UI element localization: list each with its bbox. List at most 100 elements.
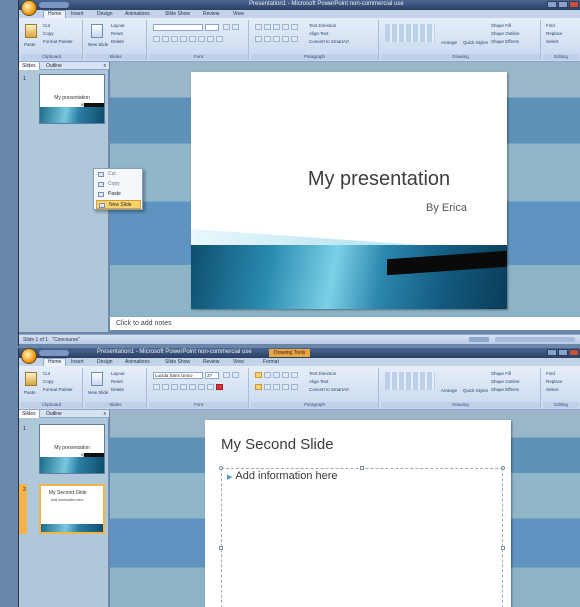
shrink-font-button[interactable]	[232, 24, 239, 30]
bullets-button[interactable]	[255, 24, 262, 30]
replace-button[interactable]: Replace	[546, 379, 563, 384]
underline-button[interactable]	[171, 384, 178, 390]
align-text-button[interactable]: Align Text	[309, 379, 328, 384]
strikethrough-button[interactable]	[180, 384, 187, 390]
resize-handle[interactable]	[219, 466, 223, 470]
quick-access-toolbar[interactable]	[39, 350, 69, 356]
grow-font-button[interactable]	[223, 372, 230, 378]
line-spacing-button[interactable]	[291, 372, 298, 378]
columns-button[interactable]	[291, 384, 298, 390]
tab-home[interactable]: Home	[43, 10, 67, 18]
close-button[interactable]	[569, 349, 579, 356]
justify-button[interactable]	[282, 36, 289, 42]
quick-styles-button[interactable]: Quick Styles	[463, 388, 488, 393]
menu-item-paste[interactable]: Paste	[96, 190, 141, 199]
drawing-tools-context-tab[interactable]: Drawing Tools	[269, 349, 311, 357]
zoom-slider[interactable]	[495, 337, 575, 342]
tab-format[interactable]: Format	[263, 358, 279, 366]
spacing-button[interactable]	[198, 36, 205, 42]
tab-slide-show[interactable]: Slide Show	[165, 10, 190, 18]
numbering-button[interactable]	[264, 24, 271, 30]
shadow-button[interactable]	[189, 36, 196, 42]
font-color-button[interactable]	[216, 384, 223, 390]
resize-handle[interactable]	[501, 466, 505, 470]
arrange-button[interactable]: Arrange	[441, 388, 457, 393]
close-panel-icon[interactable]: x	[104, 410, 107, 418]
replace-button[interactable]: Replace	[546, 31, 563, 36]
content-placeholder[interactable]	[221, 468, 503, 607]
copy-button[interactable]: Copy	[43, 31, 54, 36]
delete-button[interactable]: Delete	[111, 387, 124, 392]
change-case-button[interactable]	[207, 384, 214, 390]
slide-canvas[interactable]: My presentation By Erica	[191, 72, 507, 309]
new-slide-button[interactable]: New Slide	[88, 390, 108, 395]
shapes-gallery[interactable]	[385, 24, 435, 42]
menu-item-cut[interactable]: Cut	[96, 170, 141, 179]
select-button[interactable]: Select	[546, 39, 559, 44]
tab-review[interactable]: Review	[203, 10, 219, 18]
tab-review[interactable]: Review	[203, 358, 219, 366]
increase-indent-button[interactable]	[282, 24, 289, 30]
align-center-button[interactable]	[264, 36, 271, 42]
new-slide-button[interactable]: New Slide	[88, 42, 108, 47]
tab-view[interactable]: View	[233, 10, 244, 18]
shape-outline-button[interactable]: Shape Outline	[491, 31, 520, 36]
align-right-button[interactable]	[273, 384, 280, 390]
bullets-button[interactable]	[255, 372, 262, 378]
increase-indent-button[interactable]	[282, 372, 289, 378]
text-direction-button[interactable]: Text Direction	[309, 23, 336, 28]
tab-insert[interactable]: Insert	[71, 10, 84, 18]
bullet-text[interactable]: ▶ Add information here	[227, 470, 338, 482]
align-left-button[interactable]	[255, 384, 262, 390]
font-name-combo[interactable]: Lucida Sans Unico	[153, 372, 203, 379]
tab-design[interactable]: Design	[97, 358, 113, 366]
align-left-button[interactable]	[255, 36, 262, 42]
cut-button[interactable]: Cut	[43, 371, 50, 376]
convert-smartart-button[interactable]: Convert to SmartArt	[309, 39, 349, 44]
format-painter-button[interactable]: Format Painter	[43, 39, 73, 44]
office-button[interactable]	[21, 348, 37, 364]
spacing-button[interactable]	[198, 384, 205, 390]
decrease-indent-button[interactable]	[273, 372, 280, 378]
tab-view[interactable]: View	[233, 358, 244, 366]
paste-icon[interactable]	[25, 372, 37, 386]
minimize-button[interactable]	[547, 1, 557, 8]
numbering-button[interactable]	[264, 372, 271, 378]
font-name-combo[interactable]	[153, 24, 203, 31]
bold-button[interactable]	[153, 384, 160, 390]
justify-button[interactable]	[282, 384, 289, 390]
shrink-font-button[interactable]	[232, 372, 239, 378]
columns-button[interactable]	[291, 36, 298, 42]
slide-thumbnail-1[interactable]: My presentation By Erica	[39, 424, 105, 474]
paste-button[interactable]: Paste	[24, 42, 36, 47]
shapes-gallery[interactable]	[385, 372, 435, 390]
shape-effects-button[interactable]: Shape Effects	[491, 39, 519, 44]
align-right-button[interactable]	[273, 36, 280, 42]
close-panel-icon[interactable]: x	[104, 62, 107, 70]
font-color-button[interactable]	[216, 36, 223, 42]
tab-insert[interactable]: Insert	[71, 358, 84, 366]
shape-outline-button[interactable]: Shape Outline	[491, 379, 520, 384]
change-case-button[interactable]	[207, 36, 214, 42]
grow-font-button[interactable]	[223, 24, 230, 30]
resize-handle[interactable]	[219, 546, 223, 550]
slide-title[interactable]: My Second Slide	[221, 436, 334, 453]
resize-handle[interactable]	[360, 466, 364, 470]
maximize-button[interactable]	[558, 349, 568, 356]
slide-canvas[interactable]: My Second Slide ▶ Add information here	[205, 420, 511, 607]
reset-button[interactable]: Reset	[111, 31, 123, 36]
decrease-indent-button[interactable]	[273, 24, 280, 30]
select-button[interactable]: Select	[546, 387, 559, 392]
tab-slide-show[interactable]: Slide Show	[165, 358, 190, 366]
paste-icon[interactable]	[25, 24, 37, 38]
italic-button[interactable]	[162, 384, 169, 390]
new-slide-icon[interactable]	[91, 24, 103, 38]
reset-button[interactable]: Reset	[111, 379, 123, 384]
office-button[interactable]	[21, 0, 37, 16]
font-size-combo[interactable]: 27	[205, 372, 219, 379]
tab-slides[interactable]: Slides	[19, 62, 40, 70]
notes-pane[interactable]: Click to add notes	[110, 316, 580, 330]
tab-animations[interactable]: Animations	[125, 10, 150, 18]
menu-item-copy[interactable]: Copy	[96, 180, 141, 189]
align-center-button[interactable]	[264, 384, 271, 390]
